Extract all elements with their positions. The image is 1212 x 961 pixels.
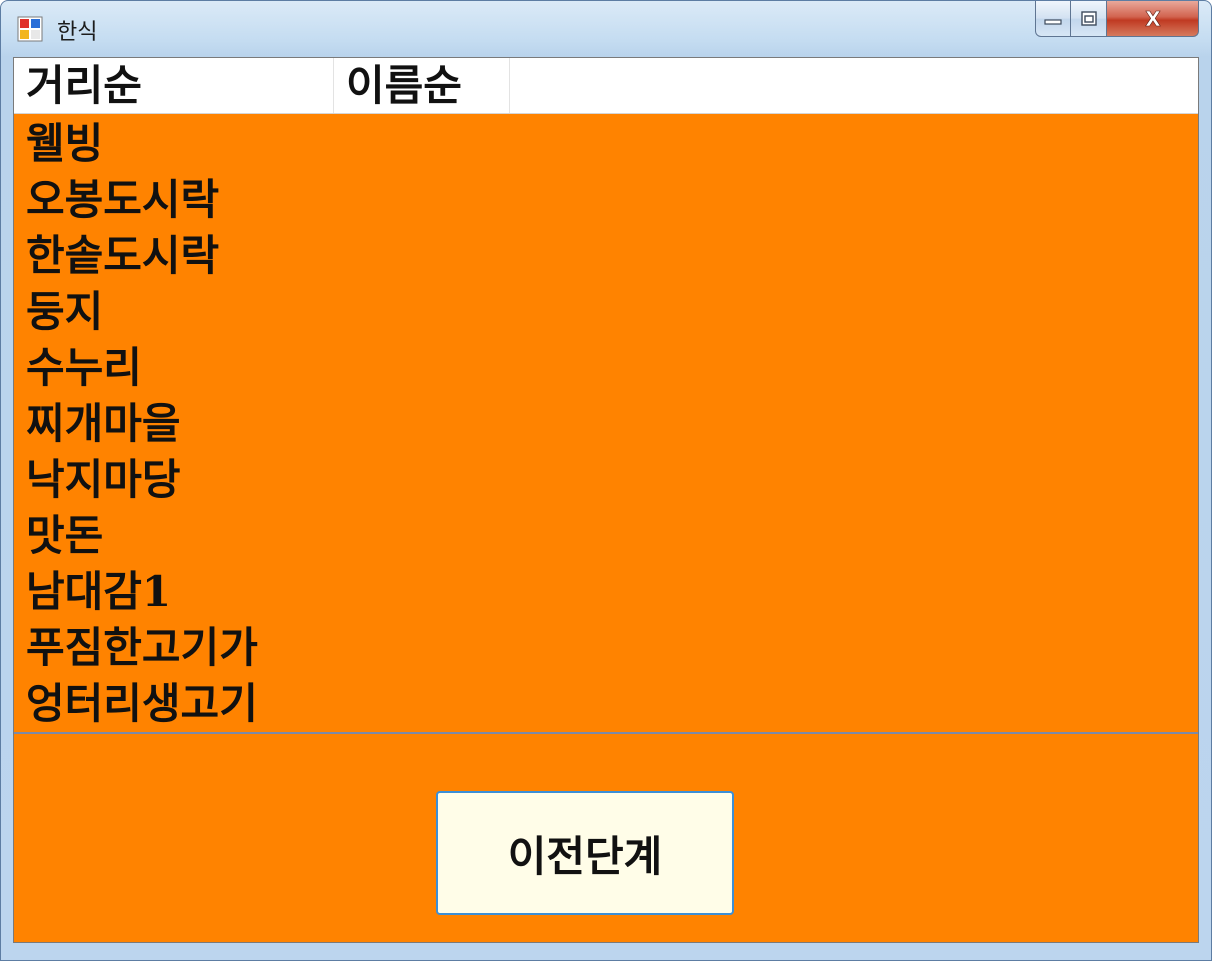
- list-item[interactable]: 오봉도시락: [26, 172, 219, 228]
- app-icon: [17, 16, 43, 42]
- window-title: 한식: [57, 20, 98, 45]
- previous-step-button[interactable]: 이전단계: [436, 791, 734, 915]
- list-item[interactable]: 찌개마을: [26, 396, 181, 452]
- maximize-icon: [1080, 10, 1097, 26]
- sort-by-name-header[interactable]: 이름순: [334, 58, 510, 113]
- list-item[interactable]: 푸짐한고기가: [26, 620, 258, 676]
- caption-buttons: X: [1035, 1, 1199, 39]
- close-icon: X: [1144, 8, 1161, 30]
- list-item[interactable]: 엉터리생고기: [26, 676, 258, 732]
- client-area: 거리순 이름순 웰빙 오봉도시락 한솥도시락 둥지 수누리 찌개마을 낙지마당 …: [13, 57, 1199, 943]
- list-item[interactable]: 맛돈: [26, 508, 103, 564]
- close-button[interactable]: X: [1107, 1, 1199, 37]
- maximize-button[interactable]: [1071, 1, 1107, 37]
- minimize-button[interactable]: [1035, 1, 1071, 37]
- list-item[interactable]: 웰빙: [26, 116, 103, 172]
- list-item[interactable]: 낙지마당: [26, 452, 181, 508]
- list-item[interactable]: 남대감1: [26, 564, 171, 620]
- list-header: 거리순 이름순: [14, 58, 1198, 114]
- sort-by-distance-header[interactable]: 거리순: [14, 58, 334, 113]
- title-bar[interactable]: 한식 X: [1, 1, 1211, 57]
- list-item[interactable]: 둥지: [26, 284, 103, 340]
- restaurant-list[interactable]: 웰빙 오봉도시락 한솥도시락 둥지 수누리 찌개마을 낙지마당 맛돈 남대감1 …: [14, 114, 1198, 734]
- minimize-icon: [1044, 18, 1062, 25]
- app-window: 한식 X 거리순 이름순 웰빙 오봉도시락 한솥도시락 둥지 수누리 찌개마을 …: [0, 0, 1212, 961]
- list-item[interactable]: 한솥도시락: [26, 228, 219, 284]
- list-item[interactable]: 수누리: [26, 340, 142, 396]
- svg-text:X: X: [1145, 8, 1161, 30]
